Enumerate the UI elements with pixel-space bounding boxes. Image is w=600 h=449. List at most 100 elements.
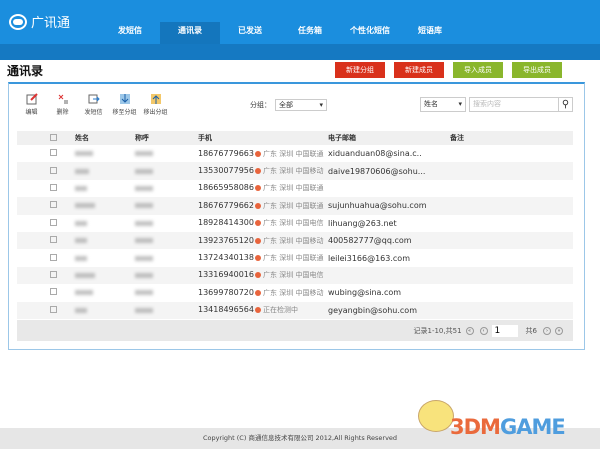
row-checkbox[interactable] [50,305,57,313]
table-row[interactable]: 18665958086 广东 深圳 中国联通 [17,180,573,197]
search-icon: ⚲ [561,99,570,110]
row-checkbox[interactable] [50,218,57,226]
edit-button[interactable]: 编辑 [16,93,47,116]
last-page-button[interactable]: » [555,326,563,335]
phone-location: 广东 深圳 中国联通 [263,184,324,193]
row-checkbox[interactable] [50,270,57,278]
note [450,162,573,180]
next-page-button[interactable]: › [543,326,551,335]
move-in-icon [119,94,130,104]
export-members-button[interactable]: 导出成员 [512,62,562,78]
location-icon [255,237,261,244]
title-redacted [135,168,153,174]
table-row[interactable]: 18676779663 广东 深圳 中国联通 xiduanduan08@sina.… [17,145,573,162]
new-group-button[interactable]: 新建分组 [335,62,385,78]
sub-bar [0,44,600,60]
col-phone: 手机 [198,131,328,145]
search-field-select[interactable]: 姓名 [420,97,466,112]
location-icon [255,150,261,157]
nav-tab[interactable]: 已发送 [220,22,280,44]
send-sms-button[interactable]: 发短信 [78,93,109,116]
note [450,231,573,250]
location-icon [255,220,261,227]
send-sms-label: 发短信 [84,109,103,116]
move-out-icon [150,94,161,104]
first-page-button[interactable]: « [465,326,474,335]
send-icon [88,94,100,104]
phone: 13923765120 [198,235,254,245]
nav-tab[interactable]: 任务箱 [280,22,340,44]
name-redacted [75,238,87,244]
table-header: 姓名 称呼 手机 电子邮箱 备注 [17,131,573,145]
name-redacted [75,307,87,313]
select-all-checkbox[interactable] [50,133,57,141]
group-select[interactable]: 全部 [275,99,327,111]
email: 400582777@qq.com [328,231,450,250]
pagination: 记录1-10,共51 « ‹ 1 共6 › » [17,320,573,341]
search-input[interactable]: 搜索内容 [469,97,559,112]
move-out-group-label: 移出分组 [143,109,168,116]
total-pages: 共6 [525,326,537,335]
title-redacted [135,290,153,296]
location-icon [255,272,261,279]
row-checkbox[interactable] [50,236,57,244]
action-buttons: 新建分组 新建成员 导入成员 导出成员 [335,62,571,78]
table-row[interactable]: 13316940016 广东 深圳 中国电信 [17,266,573,285]
title-redacted [135,151,153,157]
table-row[interactable]: 18676779662 广东 深圳 中国联通 sujunhuahua@sohu.c… [17,197,573,215]
row-checkbox[interactable] [50,201,57,209]
table-row[interactable]: 13923765120 广东 深圳 中国移动 400582777@qq.com [17,231,573,250]
delete-label: 删除 [56,109,69,116]
prev-page-button[interactable]: ‹ [479,326,488,335]
delete-button[interactable]: 删除 [47,93,78,116]
nav-tab[interactable]: 个性化短信 [340,22,400,44]
row-checkbox[interactable] [50,183,57,191]
table-row[interactable]: 13418496564 正在检测中 geyangbin@sohu.com [17,301,573,319]
row-checkbox[interactable] [50,288,57,296]
row-checkbox[interactable] [50,149,57,157]
title-redacted [135,272,153,278]
table-row[interactable]: 13530077956 广东 深圳 中国移动 daive19870606@sohu… [17,162,573,180]
phone-location: 广东 深圳 中国移动 [263,236,324,245]
move-to-group-button[interactable]: 移至分组 [109,93,140,116]
phone: 13418496564 [198,305,254,315]
watermark-b: GAME [499,415,566,439]
note [450,197,573,215]
row-checkbox[interactable] [50,166,57,174]
nav-tab[interactable]: 通讯录 [160,22,220,44]
location-icon [255,202,261,209]
note [450,180,573,197]
email: leilei3166@163.com [328,253,410,263]
name-redacted [75,255,87,261]
email: lihuang@263.net [328,218,397,228]
import-members-button[interactable]: 导入成员 [453,62,503,78]
move-out-group-button[interactable]: 移出分组 [140,93,171,116]
page-input[interactable]: 1 [491,324,518,337]
phone-location: 正在检测中 [263,306,298,315]
app-logo: 广讯通 [9,12,70,31]
location-icon [255,307,261,314]
nav-tab[interactable]: 短语库 [400,22,460,44]
phone: 18665958086 [198,183,254,193]
phone: 18928414300 [198,218,254,228]
record-count: 记录1-10,共51 [413,326,462,335]
phone: 13530077956 [198,166,254,176]
phone: 13724340138 [198,253,254,263]
col-name: 姓名 [75,131,135,145]
table-row[interactable]: 13699780720 广东 深圳 中国移动 wubing@sina.com [17,284,573,301]
location-icon [255,289,261,296]
mascot-watermark [418,400,454,432]
name-redacted [75,272,95,278]
watermark-logo: 3DMGAME [450,415,566,439]
email: daive19870606@sohu... [328,162,450,180]
search-button[interactable]: ⚲ [559,97,573,112]
table-row[interactable]: 18928414300 广东 深圳 中国电信 lihuang@263.net [17,215,573,232]
row-checkbox[interactable] [50,253,57,261]
note [450,266,573,285]
watermark-a: 3DM [450,415,501,439]
title-redacted [135,203,153,209]
new-member-button[interactable]: 新建成员 [394,62,444,78]
nav-tab[interactable]: 发短信 [100,22,160,44]
table-row[interactable]: 13724340138 广东 深圳 中国联通 leilei3166@163.com [17,249,573,266]
name-redacted [75,168,89,174]
